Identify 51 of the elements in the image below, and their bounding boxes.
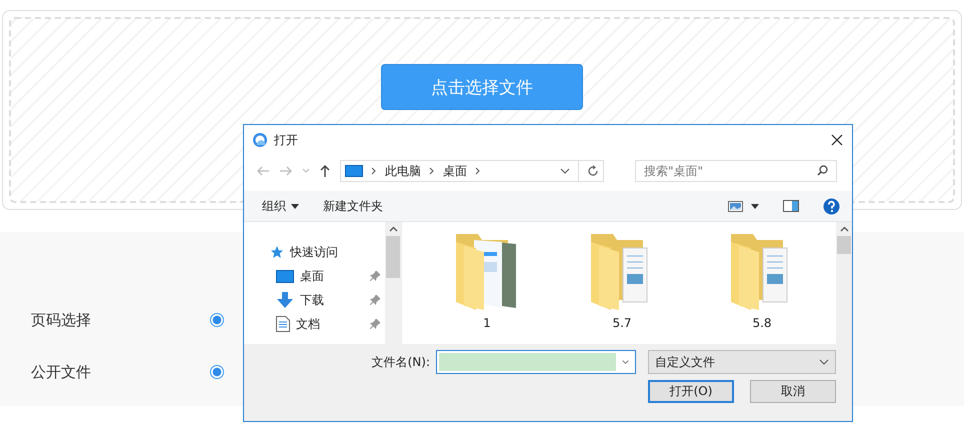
- chevron-down-icon[interactable]: [560, 168, 570, 174]
- nav-item[interactable]: 桌面: [244, 264, 385, 288]
- pin-icon[interactable]: [370, 271, 380, 281]
- cancel-button[interactable]: 取消: [750, 380, 836, 403]
- download-icon: [276, 292, 294, 308]
- breadcrumb-item[interactable]: 此电脑: [385, 162, 421, 180]
- scrollbar[interactable]: [836, 222, 852, 344]
- preview-pane-icon[interactable]: [783, 200, 799, 212]
- search-icon: [817, 165, 828, 176]
- field-label: 公开文件: [31, 362, 92, 382]
- search-field[interactable]: 搜索"桌面": [635, 160, 837, 182]
- window-title: 打开: [274, 132, 298, 148]
- radio-button[interactable]: [210, 365, 224, 379]
- folder-item[interactable]: 5.8: [692, 222, 832, 344]
- help-icon[interactable]: [823, 198, 840, 214]
- chevron-right-icon: [475, 167, 481, 175]
- document-icon: [276, 316, 290, 332]
- view-icon[interactable]: [728, 200, 743, 212]
- breadcrumb-item[interactable]: 桌面: [443, 162, 467, 180]
- filename-field[interactable]: [436, 350, 636, 374]
- pin-icon[interactable]: [370, 319, 380, 329]
- chevron-down-icon[interactable]: [622, 359, 629, 365]
- up-icon[interactable]: [319, 164, 331, 178]
- desktop-icon: [276, 270, 294, 282]
- app-icon: [252, 132, 268, 148]
- computer-icon: [345, 165, 363, 177]
- chevron-right-icon: [429, 167, 435, 175]
- chevron-right-icon: [371, 167, 377, 175]
- nav-item[interactable]: 文档: [244, 312, 385, 336]
- filename-label: 文件名(N):: [372, 354, 430, 370]
- star-icon: [270, 245, 284, 259]
- open-button[interactable]: 打开(O): [648, 380, 734, 403]
- scroll-thumb[interactable]: [386, 236, 400, 278]
- folder-item[interactable]: 5.7: [552, 222, 692, 344]
- nav-item[interactable]: 下载: [244, 288, 385, 312]
- scroll-up-icon[interactable]: [388, 226, 398, 232]
- chevron-down-icon: [819, 359, 829, 365]
- scrollbar[interactable]: [385, 222, 401, 344]
- radio-button[interactable]: [210, 313, 224, 327]
- folder-item[interactable]: 1: [422, 222, 552, 344]
- address-bar[interactable]: 此电脑 桌面: [340, 160, 604, 182]
- file-type-dropdown[interactable]: 自定义文件: [648, 350, 836, 374]
- organize-menu[interactable]: 组织: [254, 198, 307, 214]
- scroll-thumb[interactable]: [837, 236, 851, 254]
- close-icon[interactable]: [831, 134, 843, 146]
- nav-item[interactable]: 快速访问: [244, 240, 385, 264]
- scroll-up-icon[interactable]: [840, 226, 848, 232]
- refresh-icon[interactable]: [587, 165, 599, 177]
- field-label: 页码选择: [31, 310, 92, 330]
- new-folder-button[interactable]: 新建文件夹: [315, 198, 391, 214]
- pin-icon[interactable]: [370, 295, 380, 305]
